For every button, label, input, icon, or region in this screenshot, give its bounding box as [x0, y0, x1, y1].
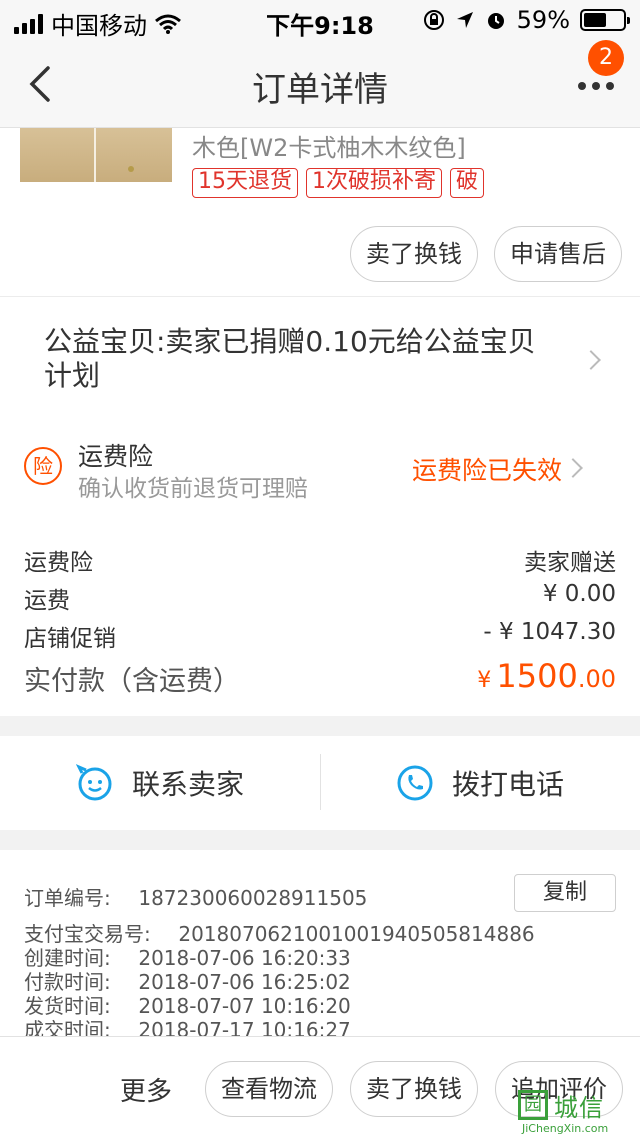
summary-row: 运费 ¥ 0.00 — [24, 581, 616, 614]
service-tag: 破 — [450, 168, 485, 198]
watermark-logo: 园 城信 JiChengXin.com — [516, 1086, 634, 1135]
battery-icon — [580, 9, 630, 31]
watermark-text: 城信 — [554, 1094, 604, 1122]
alarm-icon — [487, 13, 504, 29]
sell-button[interactable]: 卖了换钱 — [350, 226, 478, 282]
chevron-right-icon[interactable] — [581, 350, 601, 370]
status-right: 59% — [423, 6, 630, 34]
sell-button-bottom[interactable]: 卖了换钱 — [350, 1061, 478, 1117]
total-row: 实付款（含运费） ¥ 1500.00 — [24, 657, 616, 697]
product-thumbnail[interactable] — [20, 128, 172, 182]
summary-label: 运费 — [24, 588, 70, 614]
orientation-lock-icon — [423, 10, 444, 30]
total-integer: 1500 — [496, 657, 578, 695]
order-summary-section: 公益宝贝:卖家已捐赠0.10元给公益宝贝计划 险 运费险 确认收货前退货可理赔 … — [0, 296, 640, 716]
more-button[interactable]: 更多 — [120, 1071, 172, 1108]
order-number: 187230060028911505 — [138, 886, 368, 910]
total-amount: ¥ 1500.00 — [477, 657, 616, 695]
copy-button[interactable]: 复制 — [514, 874, 616, 912]
summary-label: 店铺促销 — [24, 626, 116, 652]
nav-bar: 订单详情 2 — [0, 40, 640, 128]
call-phone-label: 拨打电话 — [451, 768, 564, 801]
service-tag: 15天退货 — [192, 168, 298, 198]
service-tag: 1次破损补寄 — [306, 168, 442, 198]
charity-notice[interactable]: 公益宝贝:卖家已捐赠0.10元给公益宝贝计划 — [44, 325, 554, 393]
notification-badge: 2 — [588, 40, 624, 76]
order-info-section: 订单编号: 187230060028911505 复制 支付宝交易号: 2018… — [0, 850, 640, 1042]
view-logistics-button[interactable]: 查看物流 — [205, 1061, 333, 1117]
insurance-status[interactable]: 运费险已失效 — [412, 451, 562, 487]
summary-value: - ¥ 1047.30 — [483, 619, 616, 645]
watermark-url: JiChengXin.com — [522, 1122, 609, 1135]
insurance-title: 运费险 — [78, 442, 154, 471]
info-label: 订单编号: — [24, 886, 111, 910]
page-title: 订单详情 — [252, 70, 388, 110]
total-decimal: .00 — [577, 665, 616, 693]
product-section: 木色[W2卡式柚木木纹色] 15天退货 1次破损补寄破 卖了换钱 申请售后 — [0, 128, 640, 296]
summary-value: ¥ 0.00 — [542, 581, 616, 607]
contact-section: 联系卖家 拨打电话 — [0, 736, 640, 830]
total-currency: ¥ — [477, 668, 492, 693]
product-sku: 木色[W2卡式柚木木纹色] — [192, 134, 466, 162]
after-sale-button[interactable]: 申请售后 — [494, 226, 622, 282]
order-number-row: 订单编号: 187230060028911505 — [24, 882, 367, 911]
contact-seller-label: 联系卖家 — [131, 768, 244, 801]
chevron-right-icon[interactable] — [563, 458, 583, 478]
more-dots-icon[interactable] — [578, 76, 618, 96]
summary-value: 卖家赠送 — [524, 550, 616, 576]
service-tags: 15天退货 1次破损补寄破 — [192, 168, 508, 198]
contact-seller-button[interactable]: 联系卖家 — [0, 736, 320, 830]
insurance-icon: 险 — [24, 447, 62, 485]
status-bar: 中国移动 下午9:18 59% — [0, 0, 640, 40]
summary-row: 店铺促销 - ¥ 1047.30 — [24, 619, 616, 652]
location-icon — [456, 12, 473, 28]
total-label: 实付款（含运费） — [24, 666, 240, 697]
summary-label: 运费险 — [24, 550, 93, 576]
battery-percent: 59% — [516, 6, 570, 34]
chat-face-icon — [75, 764, 112, 801]
call-phone-button[interactable]: 拨打电话 — [320, 736, 640, 830]
battery-fill — [584, 13, 607, 27]
watermark-box: 园 — [518, 1090, 548, 1120]
insurance-subtitle: 确认收货前退货可理赔 — [78, 476, 308, 502]
phone-icon — [397, 765, 433, 801]
summary-row: 运费险 卖家赠送 — [24, 543, 616, 576]
